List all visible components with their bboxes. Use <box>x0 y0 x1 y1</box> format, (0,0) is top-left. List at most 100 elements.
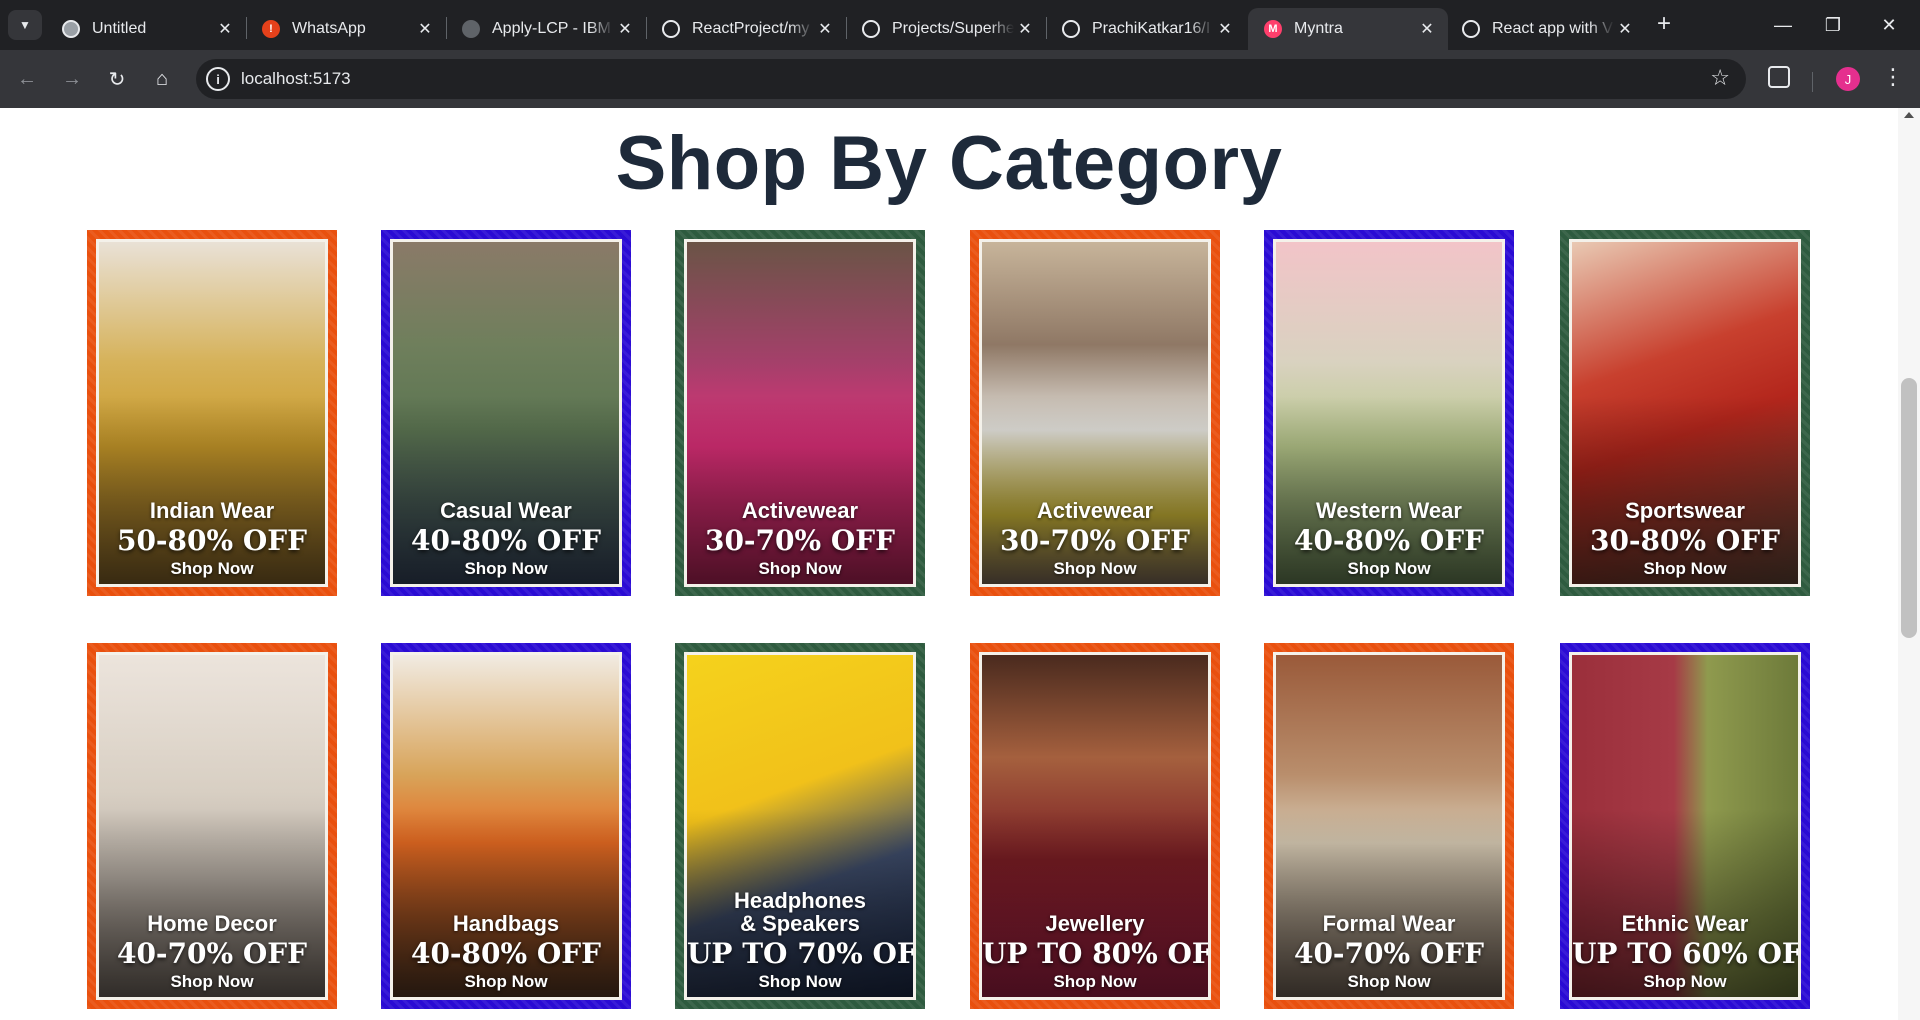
category-name: Formal Wear <box>1322 911 1456 936</box>
browser-tab[interactable]: ReactProject/my ✕ <box>646 8 846 50</box>
tab-title: Apply-LCP - IBM <box>492 20 611 37</box>
arrow-right-icon: → <box>62 67 82 90</box>
tab-close-icon[interactable]: ✕ <box>814 18 836 40</box>
scroll-up-arrow-icon[interactable] <box>1904 112 1914 118</box>
site-info-icon[interactable]: i <box>206 67 230 91</box>
card-image-frame: Activewear 30-70% OFF Shop Now <box>979 239 1211 587</box>
reload-button[interactable]: ↻ <box>100 62 134 96</box>
github-icon <box>662 20 680 38</box>
category-name: Activewear <box>1036 498 1154 523</box>
card-image-frame: Indian Wear 50-80% OFF Shop Now <box>96 239 328 587</box>
tab-close-icon[interactable]: ✕ <box>1614 18 1636 40</box>
forward-button[interactable]: → <box>55 62 89 96</box>
browser-tab[interactable]: PrachiKatkar16/I ✕ <box>1046 8 1246 50</box>
shop-now-link[interactable]: Shop Now <box>687 971 913 993</box>
card-caption: Activewear 30-70% OFF Shop Now <box>687 499 913 584</box>
tab-close-icon[interactable]: ✕ <box>1214 18 1236 40</box>
vertical-scrollbar[interactable] <box>1898 108 1920 1020</box>
shop-now-link[interactable]: Shop Now <box>1276 971 1502 993</box>
minimize-button[interactable]: — <box>1760 8 1806 42</box>
tab-title: Projects/Superhe <box>892 20 1014 37</box>
card-image-frame: Jewellery UP TO 80% OFF Shop Now <box>979 652 1211 1000</box>
discount-text: 30-80% OFF <box>1589 524 1781 557</box>
card-image-frame: Casual Wear 40-80% OFF Shop Now <box>390 239 622 587</box>
card-caption: Ethnic Wear UP TO 60% OFF Shop Now <box>1572 912 1798 997</box>
new-tab-button[interactable]: + <box>1650 12 1678 38</box>
address-bar[interactable]: i localhost:5173 ☆ <box>196 59 1746 99</box>
discount-text: 40-70% OFF <box>1293 937 1485 970</box>
category-name: Sportswear <box>1625 498 1745 523</box>
category-name: Indian Wear <box>149 498 275 523</box>
card-caption: Handbags 40-80% OFF Shop Now <box>393 912 619 997</box>
category-card[interactable]: Western Wear 40-80% OFF Shop Now <box>1264 230 1514 596</box>
tab-close-icon[interactable]: ✕ <box>614 18 636 40</box>
category-name: Western Wear <box>1316 498 1462 523</box>
shop-now-link[interactable]: Shop Now <box>982 558 1208 580</box>
category-card[interactable]: Headphones & Speakers UP TO 70% OFF Shop N… <box>675 643 925 1009</box>
category-card[interactable]: Handbags 40-80% OFF Shop Now <box>381 643 631 1009</box>
category-card[interactable]: Activewear 30-70% OFF Shop Now <box>970 230 1220 596</box>
back-button[interactable]: ← <box>10 62 44 96</box>
tab-close-icon[interactable]: ✕ <box>214 18 236 40</box>
tab-close-icon[interactable]: ✕ <box>414 18 436 40</box>
page-title: Shop By Category <box>615 121 1283 206</box>
category-name: Home Decor <box>147 911 277 936</box>
category-card[interactable]: Formal Wear 40-70% OFF Shop Now <box>1264 643 1514 1009</box>
close-window-button[interactable]: ✕ <box>1866 8 1912 42</box>
restore-button[interactable]: ❐ <box>1810 8 1856 42</box>
category-card[interactable]: Ethnic Wear UP TO 60% OFF Shop Now <box>1560 643 1810 1009</box>
browser-toolbar: ← → ↻ ⌂ i localhost:5173 ☆ J ⋮ <box>0 50 1920 108</box>
reload-icon: ↻ <box>108 68 126 91</box>
card-image-frame: Western Wear 40-80% OFF Shop Now <box>1273 239 1505 587</box>
browser-tab-strip: ▼ Untitled ✕! WhatsApp ✕ Apply-LCP - IBM ✕ Rea… <box>0 0 1920 50</box>
tab-search-button[interactable]: ▼ <box>8 10 42 40</box>
category-card[interactable]: Sportswear 30-80% OFF Shop Now <box>1560 230 1810 596</box>
browser-tab[interactable]: M Myntra ✕ <box>1248 8 1448 50</box>
category-card[interactable]: Home Decor 40-70% OFF Shop Now <box>87 643 337 1009</box>
tab-close-icon[interactable]: ✕ <box>1416 18 1438 40</box>
browser-tab[interactable]: Untitled ✕ <box>46 8 246 50</box>
shop-now-link[interactable]: Shop Now <box>982 971 1208 993</box>
discount-text: UP TO 80% OFF <box>982 937 1211 970</box>
tab-title: Myntra <box>1294 20 1343 37</box>
tab-close-icon[interactable]: ✕ <box>1014 18 1036 40</box>
github-icon <box>1062 20 1080 38</box>
category-card[interactable]: Activewear 30-70% OFF Shop Now <box>675 230 925 596</box>
category-name: Ethnic Wear <box>1621 911 1749 936</box>
card-caption: Casual Wear 40-80% OFF Shop Now <box>393 499 619 584</box>
extensions-icon[interactable] <box>1768 66 1790 88</box>
shop-now-link[interactable]: Shop Now <box>393 558 619 580</box>
home-icon: ⌂ <box>155 67 169 90</box>
browser-tab[interactable]: Projects/Superhe ✕ <box>846 8 1046 50</box>
bookmark-star-icon[interactable]: ☆ <box>1710 65 1730 91</box>
shop-now-link[interactable]: Shop Now <box>99 558 325 580</box>
profile-avatar[interactable]: J <box>1836 67 1860 91</box>
shop-now-link[interactable]: Shop Now <box>1276 558 1502 580</box>
ibm-icon <box>462 20 480 38</box>
shop-now-link[interactable]: Shop Now <box>99 971 325 993</box>
category-name: Jewellery <box>1045 911 1145 936</box>
browser-tab[interactable]: Apply-LCP - IBM ✕ <box>446 8 646 50</box>
shop-now-link[interactable]: Shop Now <box>393 971 619 993</box>
card-caption: Sportswear 30-80% OFF Shop Now <box>1572 499 1798 584</box>
browser-tab[interactable]: React app with V ✕ <box>1446 8 1646 50</box>
shop-now-link[interactable]: Shop Now <box>1572 971 1798 993</box>
discount-text: 50-80% OFF <box>116 524 308 557</box>
category-card[interactable]: Jewellery UP TO 80% OFF Shop Now <box>970 643 1220 1009</box>
tab-title: WhatsApp <box>292 20 366 37</box>
chatgpt-icon <box>1462 20 1480 38</box>
card-caption: Activewear 30-70% OFF Shop Now <box>982 499 1208 584</box>
card-image-frame: Sportswear 30-80% OFF Shop Now <box>1569 239 1801 587</box>
shop-now-link[interactable]: Shop Now <box>1572 558 1798 580</box>
address-url[interactable]: localhost:5173 <box>241 69 351 89</box>
category-card[interactable]: Casual Wear 40-80% OFF Shop Now <box>381 230 631 596</box>
card-caption: Jewellery UP TO 80% OFF Shop Now <box>982 912 1208 997</box>
home-button[interactable]: ⌂ <box>145 62 179 96</box>
shop-now-link[interactable]: Shop Now <box>687 558 913 580</box>
category-card[interactable]: Indian Wear 50-80% OFF Shop Now <box>87 230 337 596</box>
menu-kebab-icon[interactable]: ⋮ <box>1882 64 1904 90</box>
card-caption: Home Decor 40-70% OFF Shop Now <box>99 912 325 997</box>
browser-tab[interactable]: ! WhatsApp ✕ <box>246 8 446 50</box>
tab-title: PrachiKatkar16/I <box>1092 20 1211 37</box>
scrollbar-thumb[interactable] <box>1901 378 1917 638</box>
